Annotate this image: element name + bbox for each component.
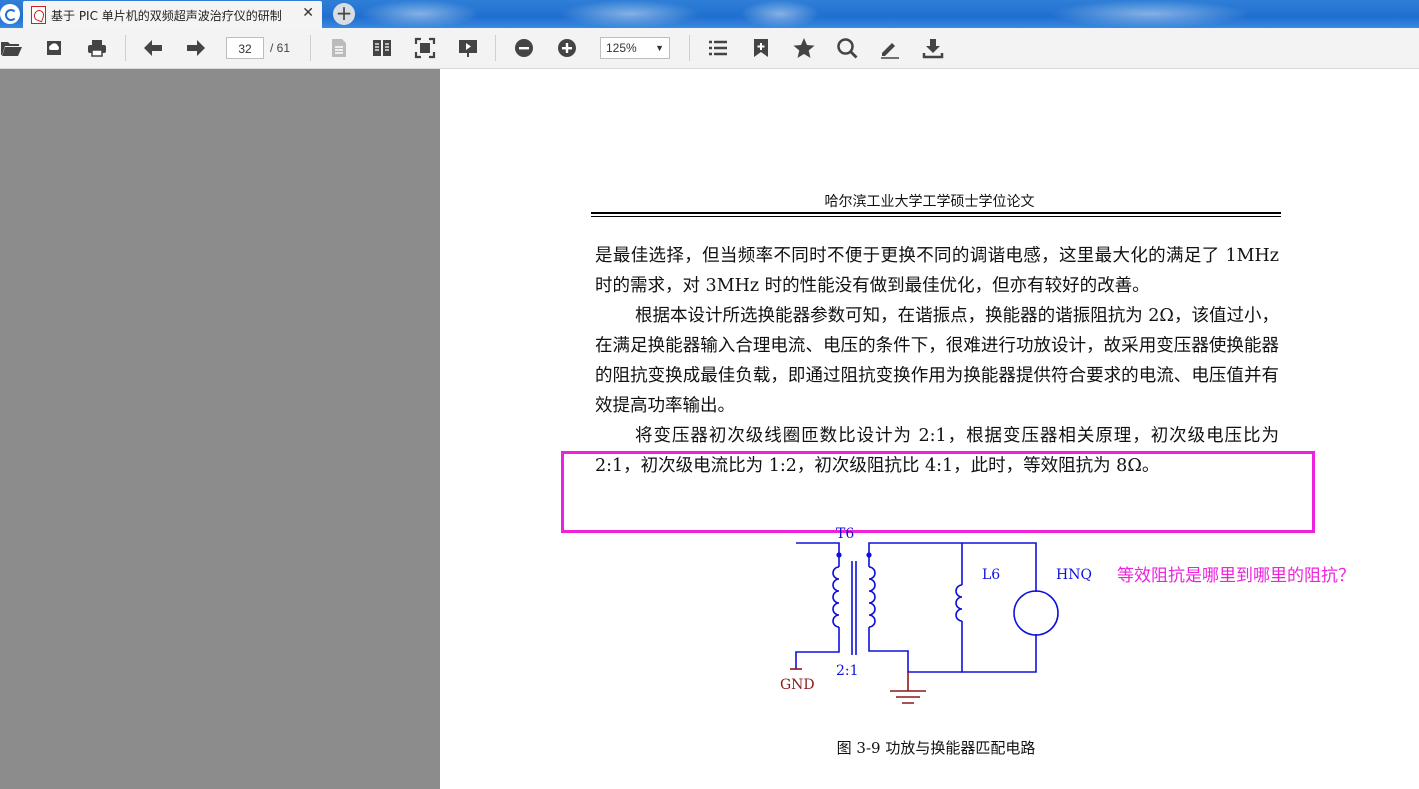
outline-icon[interactable] (707, 37, 729, 59)
next-page-icon[interactable] (185, 37, 207, 59)
search-icon[interactable] (836, 37, 858, 59)
pdf-icon (31, 6, 46, 24)
paragraph-2: 根据本设计所选换能器参数可知，在谐振点，换能器的谐振阻抗为 2Ω，该值过小，在满… (595, 306, 1279, 416)
previous-page-icon[interactable] (142, 37, 164, 59)
fit-page-icon[interactable] (414, 37, 436, 59)
single-page-icon[interactable] (328, 37, 350, 59)
annotate-pen-icon[interactable] (879, 37, 901, 59)
open-folder-icon[interactable] (0, 37, 22, 59)
pdf-page: 哈尔滨工业大学工学硕士学位论文 是最佳选择，但当频率不同时不便于更换不同的调谐电… (440, 69, 1419, 789)
close-tab-icon[interactable]: ✕ (302, 5, 314, 21)
add-bookmark-icon[interactable] (750, 37, 772, 59)
hnq-label: HNQ (1056, 567, 1092, 583)
highlight-annotation-box[interactable] (561, 451, 1315, 533)
l6-label: L6 (982, 567, 1000, 583)
document-tab[interactable]: 基于 PIC 单片机的双频超声波治疗仪的研制 ✕ (23, 1, 322, 28)
new-tab-button[interactable]: + (333, 3, 355, 25)
page-total: / 61 (270, 41, 291, 55)
ratio-label: 2:1 (836, 663, 859, 679)
toolbar: 32 / 61 125% ▼ (0, 28, 1419, 69)
t6-label: T6 (836, 527, 854, 542)
figure-caption: 图 3-9 功放与换能器匹配电路 (836, 739, 1036, 757)
app-logo-icon[interactable] (0, 4, 20, 24)
zoom-select[interactable]: 125% ▼ (600, 37, 670, 59)
paragraph-1: 是最佳选择，但当频率不同时不便于更换不同的调谐电感，这里最大化的满足了 1MHz… (595, 246, 1279, 296)
chevron-down-icon: ▼ (655, 43, 664, 53)
cloud-save-icon[interactable] (43, 37, 65, 59)
running-header: 哈尔滨工业大学工学硕士学位论文 (824, 194, 1035, 210)
zoom-out-icon[interactable] (513, 37, 535, 59)
download-icon[interactable] (922, 37, 944, 59)
gnd-label: GND (780, 677, 815, 693)
tab-title: 基于 PIC 单片机的双频超声波治疗仪的研制 (51, 9, 282, 23)
header-rule (591, 212, 1281, 214)
annotation-comment[interactable]: 等效阻抗是哪里到哪里的阻抗？ (1117, 561, 1355, 586)
zoom-in-icon[interactable] (556, 37, 578, 59)
tab-bar: 基于 PIC 单片机的双频超声波治疗仪的研制 ✕ + (0, 0, 1419, 28)
matching-circuit-diagram: T6 L6 HNQ 2:1 GND (780, 527, 1092, 704)
page-number-input[interactable]: 32 (226, 37, 264, 59)
zoom-value: 125% (606, 41, 637, 55)
print-icon[interactable] (86, 37, 108, 59)
header-rule-thin (591, 216, 1281, 217)
body-text: 是最佳选择，但当频率不同时不便于更换不同的调谐电感，这里最大化的满足了 1MHz… (595, 241, 1279, 481)
favorite-star-icon[interactable] (793, 37, 815, 59)
presentation-icon[interactable] (457, 37, 479, 59)
two-page-icon[interactable] (371, 37, 393, 59)
